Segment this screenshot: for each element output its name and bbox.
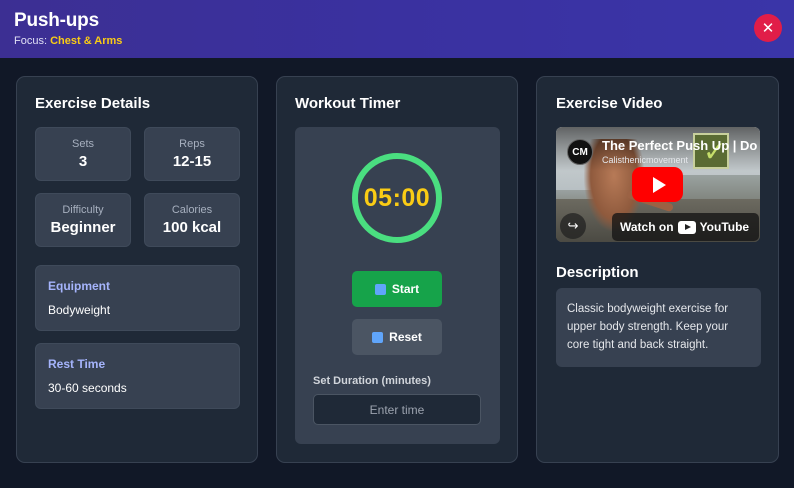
timer-display: 05:00 — [363, 183, 431, 212]
duration-input[interactable] — [313, 394, 481, 425]
channel-logo-text: CM — [572, 146, 588, 158]
rest-time-card: Rest Time 30-60 seconds — [35, 343, 240, 409]
play-icon — [374, 283, 386, 295]
exercise-video-heading: Exercise Video — [556, 95, 663, 112]
equipment-value: Bodyweight — [48, 303, 111, 317]
description-heading: Description — [556, 264, 639, 281]
exercise-details-heading: Exercise Details — [35, 95, 151, 112]
reps-card: Reps 12-15 — [144, 127, 240, 181]
focus-label: Focus: — [14, 35, 48, 47]
video-title[interactable]: The Perfect Push Up | Do — [602, 138, 760, 153]
close-button[interactable]: ✕ — [754, 14, 782, 42]
reset-button[interactable]: Reset — [352, 319, 442, 355]
reps-value: 12-15 — [172, 153, 212, 170]
timer-box: 05:00 Start Reset Set Duration (minutes) — [295, 127, 500, 444]
sets-label: Sets — [71, 138, 94, 150]
rest-time-value: 30-60 seconds — [48, 381, 127, 395]
play-triangle-icon — [652, 176, 666, 193]
sets-value: 3 — [78, 153, 88, 170]
duration-label: Set Duration (minutes) — [313, 375, 431, 387]
reps-label: Reps — [179, 138, 205, 150]
workout-timer-panel: Workout Timer 05:00 Start Reset Set Dura… — [276, 76, 518, 463]
video-embed[interactable]: ✓ CM The Perfect Push Up | Do Calistheni… — [556, 127, 760, 242]
difficulty-value: Beginner — [50, 219, 116, 236]
equipment-card: Equipment Bodyweight — [35, 265, 240, 331]
video-channel: Calisthenicmovement — [602, 155, 689, 165]
sets-card: Sets 3 — [35, 127, 131, 181]
close-icon: ✕ — [761, 19, 775, 37]
difficulty-label: Difficulty — [62, 204, 104, 216]
difficulty-card: Difficulty Beginner — [35, 193, 131, 247]
calories-value: 100 kcal — [162, 219, 222, 236]
focus-line: Focus: Chest & Arms — [14, 35, 780, 47]
exercise-details-panel: Exercise Details Sets 3 Reps 12-15 Diffi… — [16, 76, 258, 463]
refresh-icon — [372, 331, 384, 343]
start-button[interactable]: Start — [352, 271, 442, 307]
calories-card: Calories 100 kcal — [144, 193, 240, 247]
timer-ring: 05:00 — [352, 153, 442, 243]
calories-label: Calories — [171, 204, 213, 216]
rest-time-label: Rest Time — [48, 357, 106, 371]
modal-header: Push-ups Focus: Chest & Arms ✕ — [0, 0, 794, 58]
channel-logo-icon[interactable]: CM — [567, 139, 593, 165]
exercise-title: Push-ups — [14, 10, 99, 31]
start-label: Start — [391, 282, 420, 296]
exercise-video-panel: Exercise Video ✓ CM The Perfect Push Up … — [536, 76, 779, 463]
play-button[interactable] — [632, 167, 683, 202]
equipment-label: Equipment — [48, 279, 110, 293]
share-icon[interactable]: ↪ — [560, 213, 586, 239]
focus-value: Chest & Arms — [50, 35, 123, 47]
youtube-logo-icon — [677, 220, 696, 234]
watch-on-label: Watch on — [620, 220, 674, 234]
workout-timer-heading: Workout Timer — [295, 95, 401, 112]
reset-label: Reset — [389, 330, 422, 344]
watch-on-youtube-button[interactable]: Watch on YouTube — [612, 213, 759, 241]
youtube-label: YouTube — [699, 220, 750, 234]
description-text: Classic bodyweight exercise for upper bo… — [556, 288, 761, 367]
